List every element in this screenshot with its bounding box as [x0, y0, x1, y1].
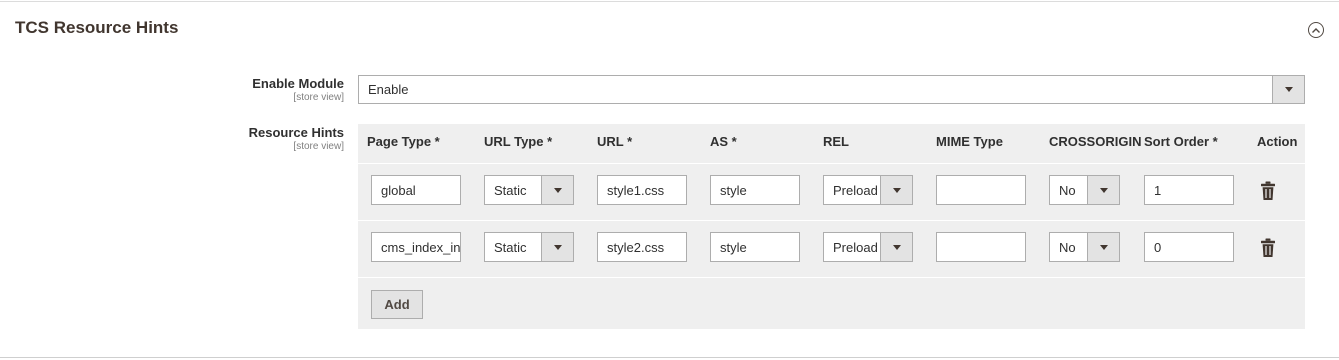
row-divider — [358, 220, 1305, 221]
url-input[interactable]: style2.css — [597, 232, 687, 262]
column-header-as: AS * — [710, 134, 737, 149]
crossorigin-select[interactable]: No — [1049, 232, 1120, 262]
as-input[interactable]: style — [710, 232, 800, 262]
bottom-divider — [0, 357, 1339, 358]
column-header-page-type: Page Type * — [367, 134, 440, 149]
enable-module-select[interactable]: Enable — [358, 75, 1305, 104]
enable-module-label: Enable Module — [252, 76, 344, 91]
column-header-mime-type: MIME Type — [936, 134, 1003, 149]
rel-select[interactable]: Preload — [823, 175, 913, 205]
chevron-down-icon — [553, 244, 562, 250]
column-header-action: Action — [1257, 134, 1298, 149]
resource-hints-label: Resource Hints — [248, 125, 344, 140]
rel-dropdown-arrow[interactable] — [880, 233, 912, 261]
page-type-input[interactable]: cms_index_index — [371, 232, 461, 262]
column-header-url: URL * — [597, 134, 633, 149]
enable-module-value: Enable — [368, 82, 409, 97]
collapse-button[interactable] — [1308, 22, 1324, 38]
as-input[interactable]: style — [710, 175, 800, 205]
chevron-up-icon — [1312, 27, 1320, 33]
rel-value: Preload — [833, 182, 878, 198]
url-type-select[interactable]: Static — [484, 232, 574, 262]
page-type-input[interactable]: global — [371, 175, 461, 205]
url-type-dropdown-arrow[interactable] — [541, 233, 573, 261]
column-header-url-type: URL Type * — [484, 134, 553, 149]
enable-module-scope: [store view] — [293, 92, 344, 103]
enable-module-dropdown-arrow[interactable] — [1272, 76, 1304, 103]
row-divider — [358, 163, 1305, 164]
chevron-down-icon — [892, 244, 901, 250]
sort-order-input[interactable]: 1 — [1144, 175, 1234, 205]
mime-type-input[interactable] — [936, 232, 1026, 262]
rel-dropdown-arrow[interactable] — [880, 176, 912, 204]
row-divider — [358, 277, 1305, 278]
chevron-down-icon — [892, 187, 901, 193]
resource-hints-scope: [store view] — [293, 141, 344, 152]
crossorigin-dropdown-arrow[interactable] — [1087, 176, 1119, 204]
chevron-down-icon — [553, 187, 562, 193]
chevron-down-icon — [1284, 87, 1293, 92]
rel-value: Preload — [833, 239, 878, 255]
enable-module-label-group: Enable Module [store view] — [252, 76, 344, 104]
column-header-rel: REL — [823, 134, 849, 149]
trash-icon[interactable] — [1260, 181, 1276, 201]
section-title[interactable]: TCS Resource Hints — [15, 18, 178, 38]
url-type-value: Static — [494, 239, 527, 255]
url-type-select[interactable]: Static — [484, 175, 574, 205]
column-header-crossorigin: CROSSORIGIN — [1049, 134, 1142, 149]
add-row-button[interactable]: Add — [371, 290, 423, 319]
url-input[interactable]: style1.css — [597, 175, 687, 205]
crossorigin-select[interactable]: No — [1049, 175, 1120, 205]
crossorigin-value: No — [1059, 182, 1076, 198]
crossorigin-dropdown-arrow[interactable] — [1087, 233, 1119, 261]
resource-hints-label-group: Resource Hints [store view] — [249, 125, 344, 153]
chevron-down-icon — [1099, 244, 1108, 250]
top-divider — [0, 1, 1339, 2]
crossorigin-value: No — [1059, 239, 1076, 255]
resource-hints-grid: Page Type * URL Type * URL * AS * REL MI… — [358, 124, 1305, 329]
url-type-value: Static — [494, 182, 527, 198]
mime-type-input[interactable] — [936, 175, 1026, 205]
column-header-sort-order: Sort Order * — [1144, 134, 1218, 149]
url-type-dropdown-arrow[interactable] — [541, 176, 573, 204]
trash-icon[interactable] — [1260, 238, 1276, 258]
chevron-down-icon — [1099, 187, 1108, 193]
rel-select[interactable]: Preload — [823, 232, 913, 262]
sort-order-input[interactable]: 0 — [1144, 232, 1234, 262]
